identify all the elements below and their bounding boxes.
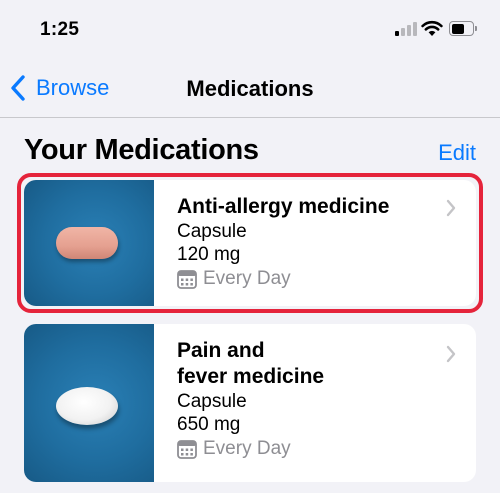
medication-thumbnail	[24, 324, 154, 482]
nav-divider	[0, 117, 500, 118]
page-title: Medications	[186, 76, 314, 101]
medication-schedule: Every Day	[203, 268, 291, 289]
chevron-right-icon	[446, 345, 456, 363]
navigation-bar: Browse Medications	[0, 60, 500, 116]
cellular-signal-icon	[395, 22, 417, 36]
status-bar: 1:25	[0, 0, 500, 60]
medication-name: Anti-allergy medicine	[177, 195, 390, 218]
medication-schedule: Every Day	[203, 438, 291, 459]
capsule-pill-icon	[56, 227, 118, 259]
wifi-icon	[421, 20, 443, 36]
medication-thumbnail	[24, 180, 154, 306]
medication-card-pain-and-fever[interactable]: Pain and fever medicine Capsule 650 mg E…	[24, 324, 476, 482]
calendar-icon	[177, 440, 197, 459]
medication-dose: 120 mg	[177, 244, 241, 265]
status-time: 1:25	[40, 19, 80, 40]
medication-dose: 650 mg	[177, 414, 241, 435]
medication-card-anti-allergy[interactable]: Anti-allergy medicine Capsule 120 mg Eve…	[24, 180, 476, 306]
edit-button[interactable]: Edit	[438, 140, 476, 166]
medication-name: Pain and fever medicine	[177, 339, 325, 388]
battery-icon	[449, 21, 477, 36]
chevron-right-icon	[446, 199, 456, 217]
tablet-pill-icon	[56, 387, 118, 425]
medication-form: Capsule	[177, 221, 247, 242]
section-title: Your Medications	[24, 134, 259, 166]
medication-form: Capsule	[177, 391, 247, 412]
calendar-icon	[177, 270, 197, 289]
